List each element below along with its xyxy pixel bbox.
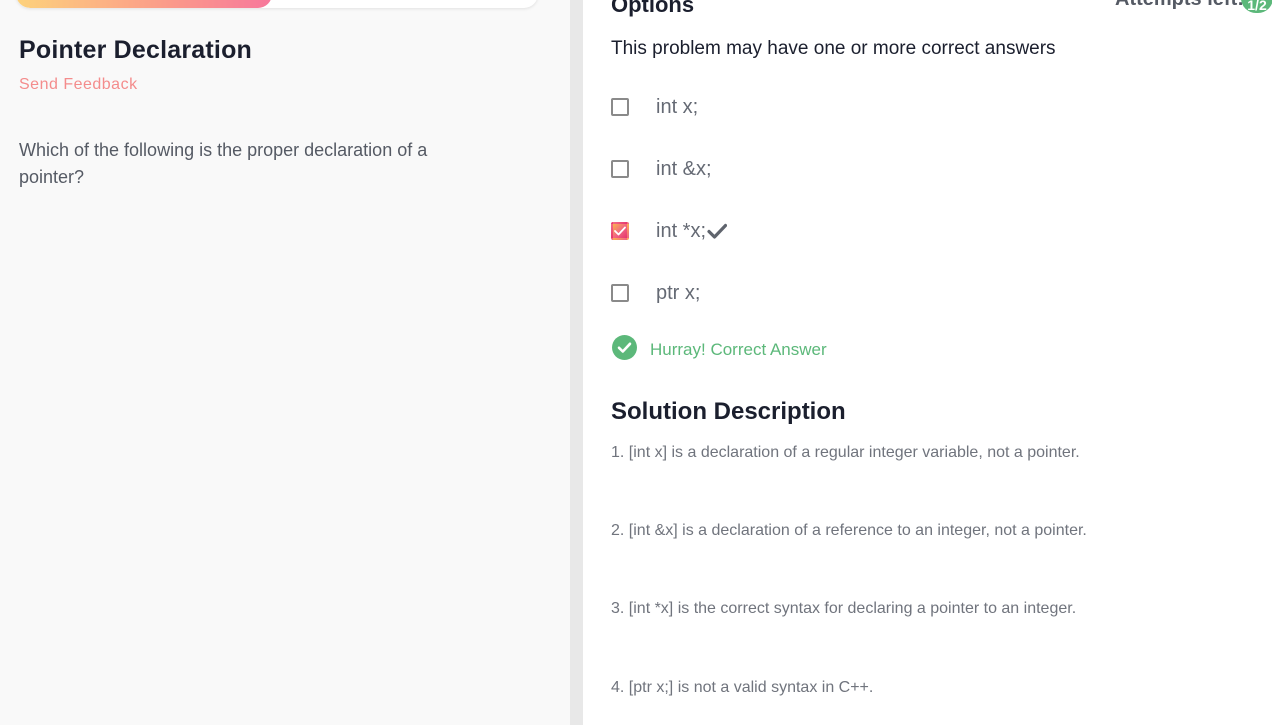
options-title: Options <box>611 0 695 17</box>
option-1-checkbox[interactable] <box>611 98 629 116</box>
attempts-left-label: Attempts left: <box>1115 0 1244 11</box>
problem-panel: Pointer Declaration Send Feedback Which … <box>0 0 570 725</box>
option-3-checkbox[interactable] <box>611 222 629 240</box>
check-circle-icon <box>612 335 637 365</box>
problem-title: Pointer Declaration <box>19 36 253 64</box>
solution-line-2: 2. [int &x] is a declaration of a refere… <box>611 522 1087 539</box>
option-4-checkbox[interactable] <box>611 284 629 302</box>
option-2-checkbox[interactable] <box>611 160 629 178</box>
option-3[interactable]: int *x; <box>611 216 728 246</box>
option-4-label: ptr x; <box>656 281 701 304</box>
progress-bar <box>16 0 538 8</box>
option-2-label: int &x; <box>656 157 712 180</box>
question-text: Which of the following is the proper dec… <box>19 140 428 187</box>
option-1[interactable]: int x; <box>611 92 698 122</box>
solution-line-4: 4. [ptr x;] is not a valid syntax in C++… <box>611 679 874 696</box>
option-4[interactable]: ptr x; <box>611 278 700 308</box>
progress-bar-fill <box>16 0 272 8</box>
send-feedback-link[interactable]: Send Feedback <box>19 76 138 94</box>
solution-line-1: 1. [int x] is a declaration of a regular… <box>611 444 1080 461</box>
option-3-label: int *x; <box>656 219 707 242</box>
options-hint: This problem may have one or more correc… <box>611 38 1056 59</box>
panel-divider[interactable] <box>570 0 583 725</box>
option-1-label: int x; <box>656 95 699 118</box>
attempts-left-badge: 1/2 <box>1241 0 1272 13</box>
result-label: Hurray! Correct Answer <box>650 340 827 359</box>
options-panel: Options Attempts left: 1/2 This problem … <box>583 0 1272 725</box>
check-icon <box>614 226 626 236</box>
option-2[interactable]: int &x; <box>611 154 712 184</box>
solution-line-3: 3. [int *x] is the correct syntax for de… <box>611 600 1077 617</box>
checkmark-icon <box>707 223 728 239</box>
solution-title: Solution Description <box>611 398 846 425</box>
answer-result: Hurray! Correct Answer <box>612 335 827 365</box>
